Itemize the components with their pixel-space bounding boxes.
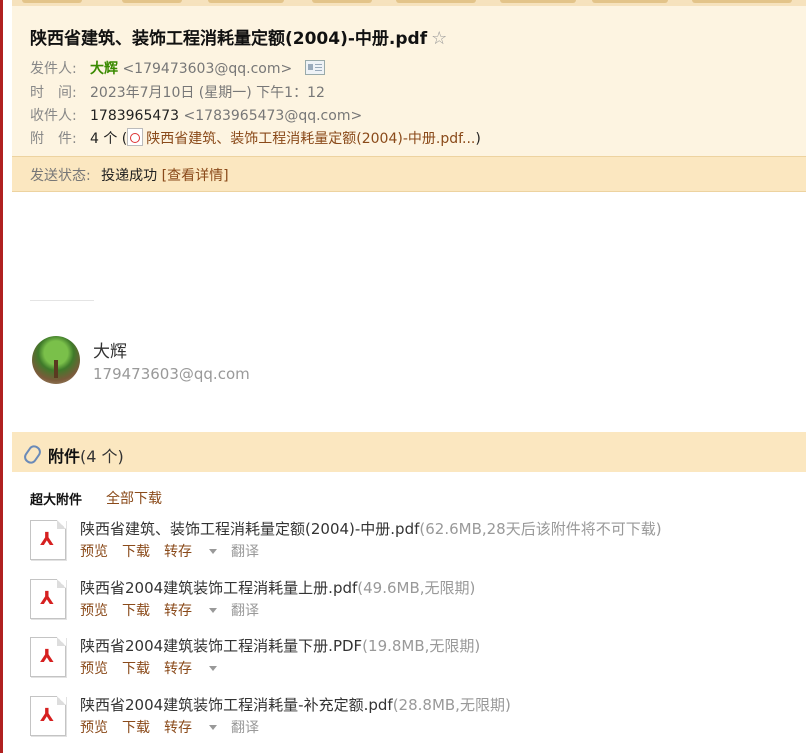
attach-close: ): [475, 131, 481, 147]
attachment-actions: 预览 下载 转存 翻译: [80, 600, 273, 620]
time-value: 2023年7月10日 (星期一) 下午1：12: [90, 85, 325, 101]
signature-name: 大辉: [93, 342, 127, 362]
subject-text: 陕西省建筑、装饰工程消耗量定额(2004)-中册.pdf: [30, 29, 428, 49]
attachment-item: ⅄ 陕西省建筑、装饰工程消耗量定额(2004)-中册.pdf(62.6MB,28…: [30, 518, 800, 566]
signature-email: 179473603@qq.com: [93, 365, 250, 383]
acrobat-icon: ⅄: [40, 529, 54, 550]
attachment-actions: 预览 下载 转存: [80, 658, 231, 678]
pdf-file-icon[interactable]: ⅄: [30, 520, 66, 560]
recipient-name[interactable]: 1783965473: [90, 108, 179, 124]
preview-link[interactable]: 预览: [80, 544, 108, 560]
caret-down-icon: [209, 725, 217, 730]
time-label: 时 间:: [30, 85, 77, 101]
pdf-file-icon[interactable]: ⅄: [30, 696, 66, 736]
attachments-count: (4 个): [80, 447, 124, 466]
mail-subject: 陕西省建筑、装饰工程消耗量定额(2004)-中册.pdf ☆: [30, 24, 447, 49]
save-to-link[interactable]: 转存: [164, 603, 217, 619]
sender-name[interactable]: 大辉: [90, 61, 118, 77]
attachment-meta: (62.6MB,28天后该附件将不可下载): [419, 520, 662, 538]
status-row: 发送状态: 投递成功 [查看详情]: [30, 165, 229, 185]
contact-card-icon[interactable]: [304, 60, 325, 75]
view-details-link[interactable]: [查看详情]: [162, 168, 229, 184]
save-to-link[interactable]: 转存: [164, 544, 217, 560]
paperclip-icon: [21, 442, 44, 467]
attachment-item: ⅄ 陕西省2004建筑装饰工程消耗量-补充定额.pdf(28.8MB,无限期) …: [30, 694, 800, 742]
save-to-link[interactable]: 转存: [164, 661, 217, 677]
left-edge-bar: [0, 0, 3, 753]
preview-link[interactable]: 预览: [80, 603, 108, 619]
download-link[interactable]: 下载: [122, 603, 150, 619]
acrobat-icon: ⅄: [40, 588, 54, 609]
translate-link[interactable]: 翻译: [231, 720, 259, 736]
pdf-file-icon[interactable]: ⅄: [30, 579, 66, 619]
attachment-name[interactable]: 陕西省2004建筑装饰工程消耗量上册.pdf(49.6MB,无限期): [80, 577, 475, 598]
to-row: 收件人: 1783965473 <1783965473@qq.com>: [30, 105, 362, 125]
avatar[interactable]: [32, 336, 80, 384]
tab-edge[interactable]: [500, 0, 576, 3]
attach-count: 4 个 (: [90, 131, 128, 147]
recipient-email[interactable]: <1783965473@qq.com>: [184, 108, 363, 124]
download-link[interactable]: 下载: [122, 720, 150, 736]
attach-link[interactable]: 陕西省建筑、装饰工程消耗量定额(2004)-中册.pdf...: [146, 131, 475, 147]
acrobat-icon: ⅄: [40, 705, 54, 726]
attachment-actions: 预览 下载 转存 翻译: [80, 541, 273, 561]
attachments-label: 附件: [48, 447, 81, 466]
attach-label: 附 件:: [30, 131, 77, 147]
status-value: 投递成功: [101, 168, 158, 184]
pdf-icon: [127, 128, 144, 146]
caret-down-icon: [209, 666, 217, 671]
status-label: 发送状态:: [30, 168, 91, 184]
save-to-link[interactable]: 转存: [164, 720, 217, 736]
attachments-header: 附件(4 个): [12, 432, 806, 472]
from-label: 发件人:: [30, 61, 77, 77]
mail-header: 陕西省建筑、装饰工程消耗量定额(2004)-中册.pdf ☆ 发件人: 大辉 <17…: [12, 6, 806, 156]
tab-edge[interactable]: [692, 0, 792, 3]
signature-divider: [30, 300, 94, 301]
send-status-bar: 发送状态: 投递成功 [查看详情]: [12, 156, 806, 192]
tab-edge[interactable]: [592, 0, 668, 3]
attachment-name[interactable]: 陕西省建筑、装饰工程消耗量定额(2004)-中册.pdf(62.6MB,28天后…: [80, 518, 662, 539]
tab-edge[interactable]: [122, 0, 182, 3]
tab-edge[interactable]: [396, 0, 476, 3]
preview-link[interactable]: 预览: [80, 720, 108, 736]
download-link[interactable]: 下载: [122, 661, 150, 677]
attachment-meta: (49.6MB,无限期): [357, 579, 476, 597]
tab-edge[interactable]: [312, 0, 372, 3]
attachment-meta: (28.8MB,无限期): [392, 696, 511, 714]
star-icon[interactable]: ☆: [431, 28, 447, 49]
tab-edge[interactable]: [208, 0, 284, 3]
acrobat-icon: ⅄: [40, 646, 54, 667]
attach-row: 附 件: 4 个 ( 陕西省建筑、装饰工程消耗量定额(2004)-中册.pdf...…: [30, 128, 481, 148]
attachment-meta: (19.8MB,无限期): [362, 637, 481, 655]
attachments-title: 附件(4 个): [48, 443, 124, 467]
attachment-item: ⅄ 陕西省2004建筑装饰工程消耗量上册.pdf(49.6MB,无限期) 预览下…: [30, 577, 800, 625]
translate-link[interactable]: 翻译: [231, 603, 259, 619]
attachment-name[interactable]: 陕西省2004建筑装饰工程消耗量下册.PDF(19.8MB,无限期): [80, 635, 480, 656]
translate-link[interactable]: 翻译: [231, 544, 259, 560]
attachment-item: ⅄ 陕西省2004建筑装饰工程消耗量下册.PDF(19.8MB,无限期) 预览下…: [30, 635, 800, 683]
to-label: 收件人:: [30, 108, 77, 124]
tab-edge[interactable]: [22, 0, 82, 3]
caret-down-icon: [209, 549, 217, 554]
large-attachment-label: 超大附件: [30, 493, 83, 508]
attachment-name[interactable]: 陕西省2004建筑装饰工程消耗量-补充定额.pdf(28.8MB,无限期): [80, 694, 511, 715]
time-row: 时 间: 2023年7月10日 (星期一) 下午1：12: [30, 82, 325, 102]
preview-link[interactable]: 预览: [80, 661, 108, 677]
download-all-link[interactable]: 全部下载: [106, 488, 162, 508]
pdf-file-icon[interactable]: ⅄: [30, 637, 66, 677]
caret-down-icon: [209, 608, 217, 613]
sender-email[interactable]: <179473603@qq.com>: [122, 61, 292, 77]
from-row: 发件人: 大辉 <179473603@qq.com>: [30, 58, 325, 78]
attachment-actions: 预览 下载 转存 翻译: [80, 717, 273, 737]
download-link[interactable]: 下载: [122, 544, 150, 560]
